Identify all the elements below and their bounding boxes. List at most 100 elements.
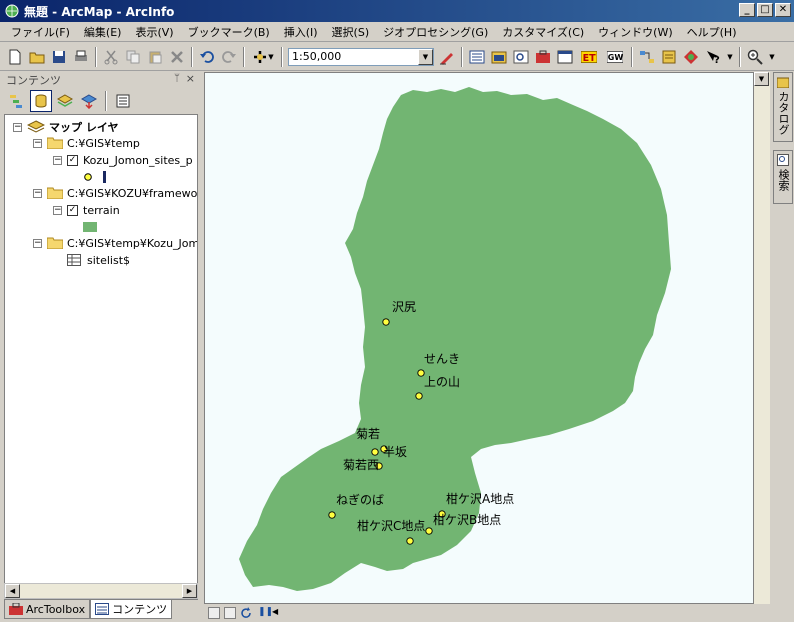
search-window-icon[interactable]: [511, 47, 531, 67]
collapse-icon[interactable]: −: [13, 122, 22, 132]
pause-drawing-icon[interactable]: ❚❚: [258, 607, 273, 619]
tab-search[interactable]: 検索: [773, 150, 793, 204]
layout-view-icon[interactable]: [224, 606, 236, 619]
close-button[interactable]: ✕: [775, 3, 791, 17]
site-point[interactable]: [382, 318, 390, 326]
map-canvas[interactable]: 沢尻せんき上の山菊若半坂菊若西ねぎのば 柑ケ沢A地点柑ケ沢B地点柑ケ沢C地点: [205, 73, 754, 604]
menu-customize[interactable]: カスタマイズ(C): [495, 24, 591, 40]
collapse-icon[interactable]: −: [53, 155, 62, 165]
minimize-button[interactable]: _: [739, 3, 755, 17]
save-icon[interactable]: [49, 47, 69, 67]
collapse-icon[interactable]: −: [33, 188, 42, 198]
menu-edit[interactable]: 編集(E): [77, 24, 129, 40]
tree-row-table-sitelist[interactable]: sitelist$: [67, 252, 130, 268]
svg-text:ET: ET: [583, 53, 597, 64]
tree-row-folder-1[interactable]: − C:¥GIS¥temp: [33, 135, 140, 151]
maximize-button[interactable]: □: [757, 3, 773, 17]
menu-selection[interactable]: 選択(S): [325, 24, 377, 40]
list-by-source-icon[interactable]: [30, 90, 52, 112]
menu-bookmarks[interactable]: ブックマーク(B): [181, 24, 277, 40]
tree-row-folder-2[interactable]: − C:¥GIS¥KOZU¥framework: [33, 185, 197, 201]
scroll-right-icon[interactable]: ▶: [182, 584, 197, 598]
scroll-down-icon[interactable]: ▼: [754, 72, 769, 86]
tree-row-map-layers[interactable]: − マップ レイヤ: [13, 119, 119, 135]
scroll-left-icon[interactable]: ◀: [272, 607, 282, 619]
collapse-icon[interactable]: −: [53, 205, 62, 215]
toc-options-icon[interactable]: [112, 90, 134, 112]
catalog-window-icon[interactable]: [489, 47, 509, 67]
toolbar-options-icon[interactable]: ▼: [725, 47, 735, 67]
menu-insert[interactable]: 挿入(I): [277, 24, 325, 40]
geowizards-icon[interactable]: GW: [603, 47, 627, 67]
map-scale-combobox[interactable]: 1:50,000 ▼: [288, 47, 434, 66]
map-layers-label: マップ レイヤ: [49, 121, 119, 134]
menu-view[interactable]: 表示(V): [128, 24, 180, 40]
map-display[interactable]: 沢尻 せんき 上の山 菊若 半坂 菊若西 ねぎのば 柑ケ沢A地点 柑ケ沢B地点 柑ケ沢C地点: [204, 72, 754, 604]
pin-icon[interactable]: ᛘ: [174, 73, 180, 84]
site-point[interactable]: [415, 392, 423, 400]
tab-contents[interactable]: コンテンツ: [90, 600, 173, 619]
site-label: ねぎのば: [336, 493, 384, 507]
delete-icon[interactable]: [167, 47, 187, 67]
scroll-left-icon[interactable]: ◀: [5, 584, 20, 598]
open-folder-icon[interactable]: [27, 47, 47, 67]
toc-toolbar: [4, 89, 200, 113]
toolbar-separator: [739, 46, 741, 67]
tab-catalog[interactable]: カタログ: [773, 72, 793, 142]
site-point[interactable]: [328, 511, 336, 519]
copy-icon[interactable]: [123, 47, 143, 67]
collapse-icon[interactable]: −: [33, 138, 42, 148]
paste-icon[interactable]: [145, 47, 165, 67]
model-builder-icon[interactable]: [637, 47, 657, 67]
layer-visibility-checkbox[interactable]: ✓: [67, 204, 78, 216]
list-by-drawing-order-icon[interactable]: [6, 90, 28, 112]
menu-geoprocessing[interactable]: ジオプロセシング(G): [376, 24, 495, 40]
toolbox-icon: [9, 603, 23, 615]
toc-title-bar: コンテンツ ᛘ ×: [4, 72, 200, 88]
toolbar-overflow-icon[interactable]: ▼: [767, 47, 777, 67]
site-label: 沢尻: [392, 300, 416, 314]
menu-windows[interactable]: ウィンドウ(W): [591, 24, 679, 40]
collapse-icon[interactable]: −: [33, 238, 42, 248]
tab-arctoolbox[interactable]: ArcToolbox: [4, 600, 91, 619]
refresh-icon[interactable]: [240, 606, 254, 619]
menu-help[interactable]: ヘルプ(H): [680, 24, 744, 40]
python-window-icon[interactable]: [555, 47, 575, 67]
chevron-down-icon[interactable]: ▼: [418, 48, 433, 65]
tree-row-layer-sites[interactable]: − ✓ Kozu_Jomon_sites_p: [53, 152, 193, 168]
menu-file[interactable]: ファイル(F): [4, 24, 77, 40]
zoom-in-icon[interactable]: [745, 47, 765, 67]
toc-horizontal-scrollbar[interactable]: ◀ ▶: [4, 583, 198, 599]
list-by-selection-icon[interactable]: [78, 90, 100, 112]
whats-this-help-icon[interactable]: ?: [703, 47, 723, 67]
geoprocessing-tool-icon[interactable]: [681, 47, 701, 67]
results-icon[interactable]: [659, 47, 679, 67]
layer-visibility-checkbox[interactable]: ✓: [67, 154, 78, 166]
cut-icon[interactable]: [101, 47, 121, 67]
layer-name-label: Kozu_Jomon_sites_p: [83, 153, 193, 167]
site-label: せんき: [424, 352, 460, 366]
table-of-contents-icon[interactable]: [467, 47, 487, 67]
close-icon[interactable]: ×: [186, 72, 195, 85]
redo-icon[interactable]: [219, 47, 239, 67]
list-by-visibility-icon[interactable]: [54, 90, 76, 112]
editor-toolbar-icon[interactable]: [437, 47, 457, 67]
folder-icon: [47, 137, 63, 149]
site-label: 上の山: [424, 375, 460, 389]
tree-row-layer-terrain[interactable]: − ✓ terrain: [53, 202, 120, 218]
site-point[interactable]: [406, 537, 414, 545]
data-view-icon[interactable]: [208, 606, 220, 619]
map-vertical-scrollbar[interactable]: ▲ ▼: [754, 72, 770, 604]
new-document-icon[interactable]: [5, 47, 25, 67]
add-data-icon[interactable]: ▼: [249, 47, 277, 67]
undo-icon[interactable]: [197, 47, 217, 67]
arctoolbox-icon[interactable]: [533, 47, 553, 67]
toolbar-separator: [243, 46, 245, 67]
tree-row-folder-3[interactable]: − C:¥GIS¥temp¥Kozu_Jomo: [33, 235, 197, 251]
svg-text:GW: GW: [608, 53, 623, 62]
site-point[interactable]: [371, 448, 379, 456]
site-point[interactable]: [425, 527, 433, 535]
et-geowizards-icon[interactable]: ET: [577, 47, 601, 67]
print-icon[interactable]: [71, 47, 91, 67]
tab-label: コンテンツ: [112, 603, 168, 616]
